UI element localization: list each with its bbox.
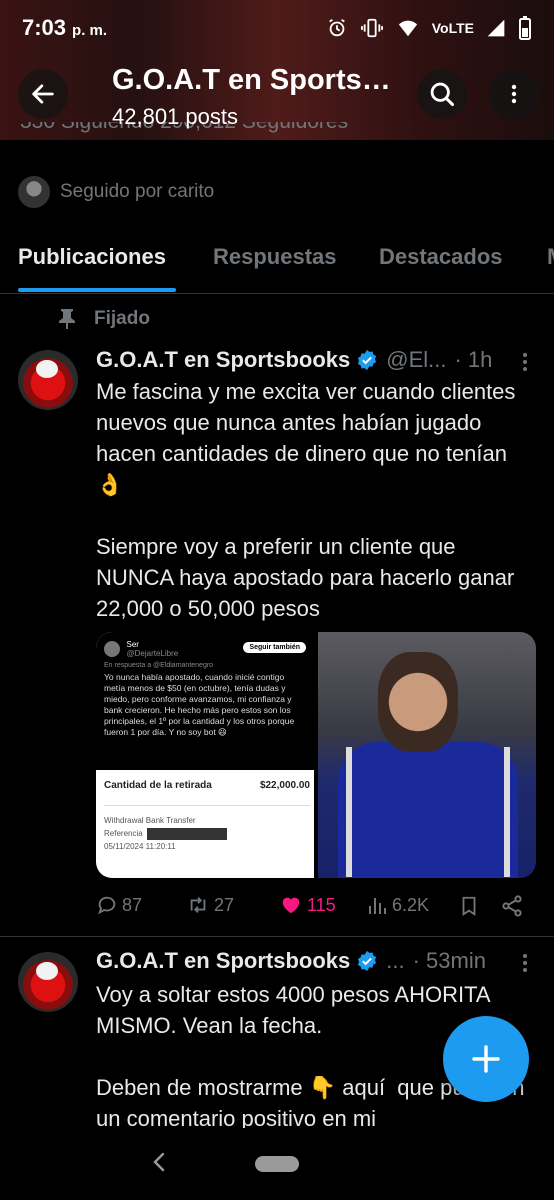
media-screenshot[interactable]: Ser @DejarteLibre Seguir también En respu… [96, 632, 314, 878]
media-photo[interactable] [318, 632, 536, 878]
receipt-row: Cantidad de la retirada $22,000.00 [104, 780, 310, 791]
search-icon [430, 82, 455, 107]
post-more-icon[interactable] [515, 350, 535, 374]
view-count: 6.2K [392, 894, 430, 915]
reply-icon [97, 896, 116, 915]
reply-button[interactable]: 87 [96, 894, 142, 916]
back-arrow-icon [32, 84, 54, 104]
post-header: G.O.A.T en Sportsbooks ... · 53min [96, 948, 486, 974]
followed-by[interactable]: Seguido por carito [16, 174, 214, 210]
share-icon[interactable] [500, 894, 524, 918]
more-vertical-icon [511, 84, 517, 104]
repost-button[interactable]: 27 [186, 894, 234, 916]
withdrawal-receipt: Cantidad de la retirada $22,000.00 Withd… [104, 780, 310, 853]
verified-badge-icon [358, 950, 377, 972]
verified-badge-icon [358, 349, 377, 371]
receipt-divider [104, 805, 310, 806]
repost-icon [190, 897, 206, 913]
reply-count: 87 [122, 894, 143, 915]
embedded-text: Yo nunca había apostado, cuando inicié c… [104, 672, 295, 737]
more-options-button[interactable] [489, 69, 539, 119]
status-time: 7:03 p. m. [22, 15, 107, 41]
pinned-indicator: Fijado [58, 308, 150, 330]
system-nav-bar [0, 1128, 554, 1200]
receipt-title: Cantidad de la retirada [104, 780, 212, 791]
author-avatar[interactable] [18, 350, 78, 410]
author-handle: @El... [386, 347, 447, 372]
followed-by-text: Seguido por carito [60, 181, 215, 202]
pin-icon [59, 309, 75, 329]
post-count: 42,801 posts [112, 104, 238, 129]
redacted-ref [146, 827, 227, 840]
like-button[interactable]: 115 [279, 894, 336, 916]
vibrate-icon [360, 18, 383, 38]
tab-multimedia[interactable]: M [547, 244, 554, 270]
system-back-icon[interactable] [150, 1150, 168, 1174]
back-button[interactable] [18, 69, 68, 119]
search-button[interactable] [417, 69, 467, 119]
author-name[interactable]: G.O.A.T en Sportsbooks [96, 347, 350, 373]
tab-respuestas[interactable]: Respuestas [213, 244, 337, 270]
tab-destacados[interactable]: Destacados [379, 244, 503, 270]
repost-count: 27 [214, 894, 235, 915]
photo-jacket [338, 742, 518, 878]
embedded-handle: @DejarteLibre [126, 649, 179, 658]
post-actions: 87 27 115 6.2K [96, 894, 536, 922]
status-ampm: p. m. [72, 22, 108, 39]
photo-stripe [504, 747, 510, 877]
profile-title: G.O.A.T en Sportsbooks [112, 64, 397, 96]
wifi-icon [398, 20, 417, 37]
embedded-reply-to: En respuesta a @Eldiamantenegro [104, 662, 214, 669]
heart-icon [282, 897, 300, 914]
home-pill[interactable] [255, 1156, 299, 1172]
embedded-author: Ser @DejarteLibre [127, 640, 179, 658]
embedded-name: Ser [126, 640, 139, 649]
receipt-date: 05/11/2024 11:20:11 [104, 842, 176, 851]
tab-publicaciones[interactable]: Publicaciones [18, 244, 166, 270]
post-text: Me fascina y me excita ver cuando client… [96, 379, 516, 621]
photo-stripe [346, 747, 352, 877]
receipt-ref-label: Referencia [104, 829, 143, 838]
status-bar: 7:03 p. m. VoLTE [0, 0, 554, 56]
post-more-icon[interactable] [515, 951, 535, 975]
battery-icon [519, 16, 531, 40]
signal-icon [487, 19, 505, 37]
embedded-avatar [104, 641, 120, 657]
author-handle: ... [386, 948, 405, 973]
views-icon [369, 898, 386, 914]
receipt-method: Withdrawal Bank Transfer [104, 816, 196, 825]
post-header: G.O.A.T en Sportsbooks @El... · 1h [96, 347, 492, 373]
post-media[interactable]: Ser @DejarteLibre Seguir también En respu… [96, 632, 536, 878]
profile-header: G.O.A.T en Sportsbooks 42,801 posts [0, 56, 554, 136]
plus-icon [472, 1045, 500, 1073]
views-button[interactable]: 6.2K [368, 894, 429, 916]
status-time-value: 7:03 [22, 15, 67, 40]
author-name[interactable]: G.O.A.T en Sportsbooks [96, 948, 350, 974]
bookmark-icon[interactable] [458, 894, 480, 918]
network-label: VoLTE [431, 20, 474, 36]
pinned-label: Fijado [94, 308, 150, 329]
author-avatar[interactable] [18, 952, 78, 1012]
receipt-amount: $22,000.00 [259, 780, 310, 791]
post-divider [0, 936, 554, 937]
compose-button[interactable] [443, 1016, 529, 1102]
embedded-tweet: Ser @DejarteLibre Seguir también En respu… [96, 632, 314, 770]
receipt-ref: Referencia [104, 827, 310, 840]
like-count: 115 [307, 894, 336, 915]
post-time: · 1h [454, 347, 493, 372]
profile-tabs: Publicaciones Respuestas Destacados M [0, 230, 554, 294]
active-tab-indicator [18, 288, 176, 292]
alarm-icon [328, 18, 345, 37]
embedded-follow-button: Seguir también [243, 642, 306, 653]
status-icons: VoLTE [326, 16, 532, 40]
post-time: · 53min [412, 948, 486, 973]
follower-avatar [16, 174, 52, 210]
photo-person [378, 652, 458, 752]
